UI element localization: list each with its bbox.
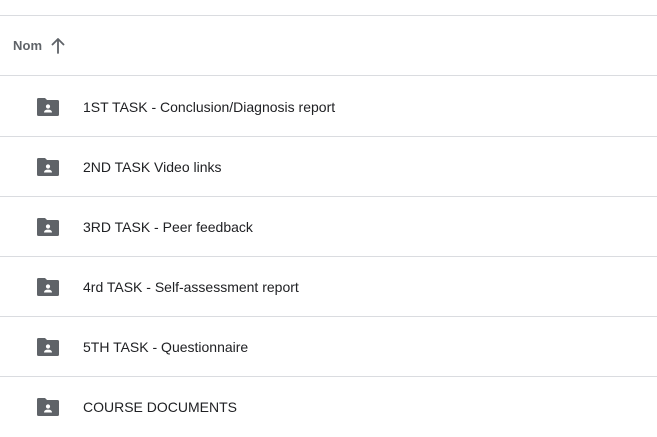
list-item[interactable]: 3RD TASK - Peer feedback [0, 197, 657, 257]
shared-folder-icon [36, 277, 60, 297]
arrow-upward-icon[interactable] [51, 37, 65, 54]
folder-name: 2ND TASK Video links [83, 158, 222, 175]
shared-folder-icon [36, 157, 60, 177]
shared-folder-icon [36, 217, 60, 237]
list-item[interactable]: COURSE DOCUMENTS [0, 377, 657, 437]
sort-by-name-label[interactable]: Nom [13, 38, 42, 53]
folder-list: 1ST TASK - Conclusion/Diagnosis report 2… [0, 77, 657, 437]
shared-folder-icon [36, 97, 60, 117]
list-item[interactable]: 5TH TASK - Questionnaire [0, 317, 657, 377]
shared-folder-icon [36, 397, 60, 417]
list-item[interactable]: 2ND TASK Video links [0, 137, 657, 197]
list-header: Nom [0, 16, 657, 76]
folder-name: 4rd TASK - Self-assessment report [83, 278, 299, 295]
folder-name: 3RD TASK - Peer feedback [83, 218, 253, 235]
folder-name: 5TH TASK - Questionnaire [83, 338, 249, 355]
folder-name: 1ST TASK - Conclusion/Diagnosis report [83, 98, 336, 115]
list-item[interactable]: 1ST TASK - Conclusion/Diagnosis report [0, 77, 657, 137]
shared-folder-icon [36, 337, 60, 357]
list-item[interactable]: 4rd TASK - Self-assessment report [0, 257, 657, 317]
folder-name: COURSE DOCUMENTS [83, 399, 238, 415]
